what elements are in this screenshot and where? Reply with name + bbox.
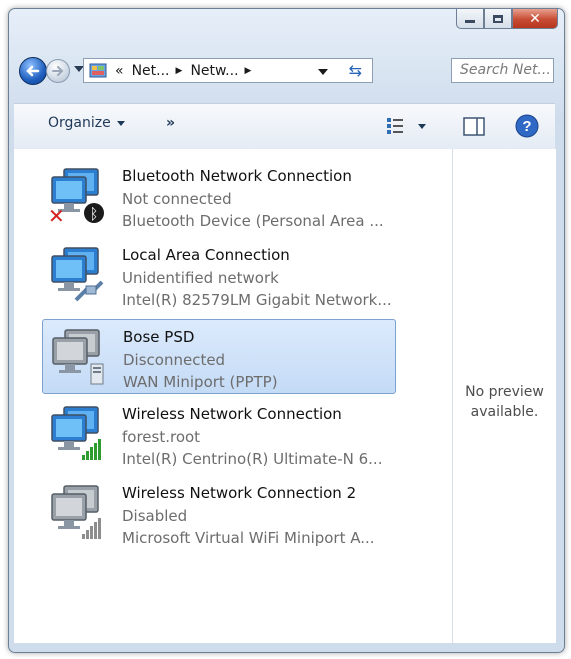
refresh-icon[interactable]: ⇆ [349, 61, 362, 80]
connection-device: Microsoft Virtual WiFi Miniport A... [122, 529, 375, 547]
maximize-button[interactable] [484, 9, 512, 29]
preview-line-2: available. [470, 404, 539, 420]
connection-device: Intel(R) Centrino(R) Ultimate-N 6... [122, 450, 383, 468]
organize-button[interactable]: Organize [48, 115, 125, 131]
preview-pane-icon[interactable] [463, 117, 485, 136]
view-options-icon [387, 118, 403, 134]
search-input[interactable]: Search Net... [451, 58, 554, 83]
connection-name: Local Area Connection [122, 246, 290, 264]
breadcrumb-separator-icon[interactable]: ▶ [245, 66, 252, 76]
back-button[interactable] [19, 57, 47, 85]
preview-pane: No preview available. [452, 149, 556, 643]
connection-status: Not connected [122, 189, 232, 208]
command-bar: Organize » ? [14, 103, 555, 150]
connection-name: Bluetooth Network Connection [122, 167, 352, 185]
list-item-wireless-network-connection[interactable]: Wireless Network Connection forest.root … [42, 397, 396, 472]
more-commands-button[interactable]: » [166, 115, 175, 131]
change-view-button[interactable] [386, 117, 426, 135]
close-button[interactable]: ✕ [512, 9, 558, 29]
connection-status: Disabled [122, 506, 188, 525]
preview-line-1: No preview [465, 384, 544, 400]
connection-device: Bluetooth Device (Personal Area ... [122, 212, 384, 230]
maximize-icon [493, 14, 503, 23]
chevron-down-icon [116, 120, 125, 126]
navigation-bar: « Net... ▶ Netw... ▶ ⇆ Search Net... [14, 53, 554, 85]
connections-pane: ✕ ᛒ Bluetooth Network Connection Not con… [14, 149, 556, 643]
breadcrumb-item-network-internet[interactable]: Net... [132, 63, 170, 79]
window-controls: ✕ [456, 9, 558, 29]
connection-name: Bose PSD [123, 328, 195, 346]
forward-arrow-icon [52, 66, 64, 76]
svg-text:ᛒ: ᛒ [89, 205, 98, 223]
wifi-adapter-icon [51, 406, 101, 460]
minimize-button[interactable] [456, 9, 484, 29]
breadcrumb-separator-icon[interactable]: ▶ [176, 66, 183, 76]
address-dropdown-icon[interactable] [318, 69, 328, 75]
list-item-bluetooth-network-connection[interactable]: ✕ ᛒ Bluetooth Network Connection Not con… [42, 159, 396, 234]
breadcrumb-item-network-connections[interactable]: Netw... [190, 63, 238, 79]
bluetooth-adapter-icon: ✕ ᛒ [48, 168, 104, 225]
minimize-icon [465, 20, 475, 23]
list-item-local-area-connection[interactable]: Local Area Connection Unidentified netwo… [42, 238, 396, 313]
vpn-adapter-icon [52, 329, 104, 385]
connection-device: Intel(R) 82579LM Gigabit Network... [122, 291, 392, 309]
wifi-disabled-adapter-icon [51, 485, 101, 539]
breadcrumb-prefix[interactable]: « [115, 63, 124, 79]
control-panel-icon [89, 63, 107, 77]
connection-name: Wireless Network Connection [122, 405, 342, 423]
view-dropdown-icon[interactable] [418, 123, 426, 129]
connection-status: Disconnected [123, 350, 226, 369]
close-icon: ✕ [529, 10, 541, 27]
list-item-bose-psd[interactable]: Bose PSD Disconnected WAN Miniport (PPTP… [42, 319, 396, 394]
ethernet-adapter-icon [51, 247, 104, 302]
connection-status: Unidentified network [122, 268, 279, 287]
connection-status: forest.root [122, 427, 201, 446]
forward-button[interactable] [46, 59, 70, 83]
address-bar[interactable]: « Net... ▶ Netw... ▶ ⇆ [83, 58, 373, 83]
back-arrow-icon [26, 65, 40, 77]
svg-text:✕: ✕ [48, 204, 65, 225]
svg-text:?: ? [522, 118, 531, 135]
help-icon[interactable]: ? [515, 114, 539, 138]
organize-label: Organize [48, 115, 111, 131]
preview-message: No preview available. [453, 382, 556, 422]
connection-device: WAN Miniport (PPTP) [123, 373, 278, 391]
connection-name: Wireless Network Connection 2 [122, 484, 357, 502]
list-item-wireless-network-connection-2[interactable]: Wireless Network Connection 2 Disabled M… [42, 476, 396, 551]
